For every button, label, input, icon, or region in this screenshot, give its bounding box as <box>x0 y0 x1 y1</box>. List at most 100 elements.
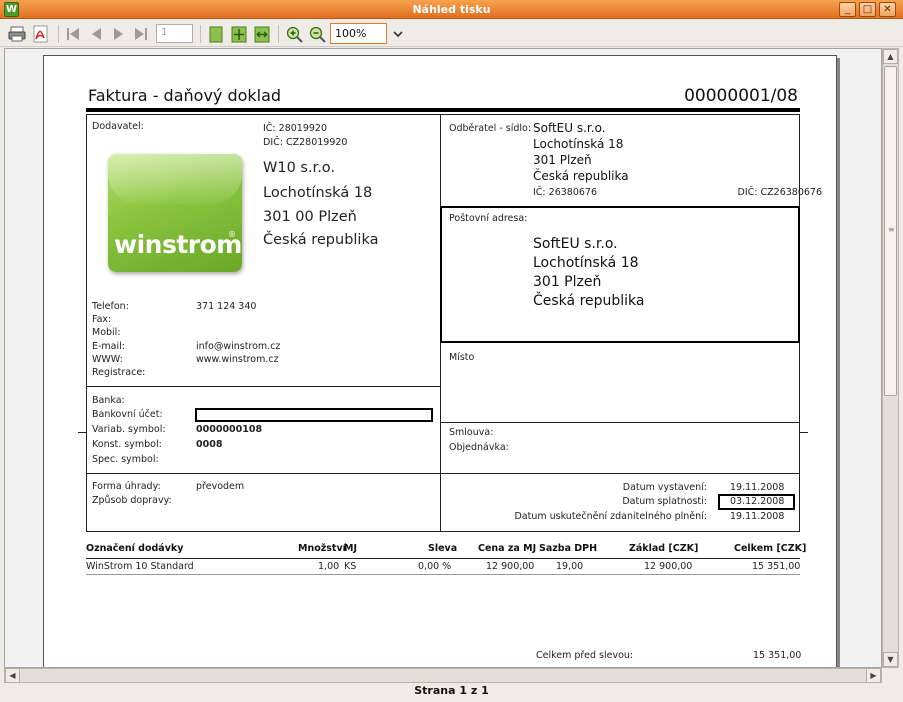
bank-account-label: Bankovní účet: <box>92 409 163 420</box>
print-icon[interactable] <box>6 24 28 44</box>
due-date-value: 03.12.2008 <box>730 496 785 507</box>
supplier-city: 301 00 Plzeň <box>263 209 357 225</box>
table-row-unit: KS <box>344 561 357 572</box>
delivery-method-label: Způsob dopravy: <box>92 495 172 506</box>
pdf-export-icon[interactable] <box>30 24 52 44</box>
zoom-input[interactable]: 100% <box>330 23 387 44</box>
table-row-base: 12 900,00 <box>644 561 693 572</box>
customer-country: Česká republika <box>533 169 629 183</box>
chevron-down-icon[interactable] <box>389 24 407 44</box>
variable-symbol-value: 0000000108 <box>196 424 263 435</box>
winstrom-logo: winstrom ® <box>108 154 242 272</box>
postal-street: Lochotínská 18 <box>533 255 639 271</box>
www-label: WWW: <box>92 354 123 365</box>
customer-dic: DIČ: CZ26380676 <box>737 187 822 198</box>
minimize-button[interactable]: _ <box>839 2 856 17</box>
scroll-down-icon[interactable]: ▼ <box>883 652 898 667</box>
toolbar: 1 100% <box>0 20 903 47</box>
registration-label: Registrace: <box>92 367 146 378</box>
due-date-label: Datum splatnosti: <box>622 496 707 507</box>
supplier-street: Lochotínská 18 <box>263 185 373 201</box>
vertical-scroll-thumb[interactable]: ≡ <box>884 66 897 396</box>
header-rule <box>86 108 800 112</box>
window-title: Náhled tisku <box>412 3 491 16</box>
total-before-discount-value: 15 351,00 <box>753 650 802 661</box>
fax-label: Fax: <box>92 314 112 325</box>
supplier-ic: IČ: 28019920 <box>263 123 328 134</box>
first-page-icon[interactable] <box>64 24 82 44</box>
zoom-out-icon[interactable] <box>307 24 327 44</box>
email-value: info@winstrom.cz <box>196 341 281 352</box>
bank-account-field <box>195 408 433 422</box>
vertical-scrollbar[interactable]: ▲ ≡ ▼ <box>882 48 899 668</box>
order-label: Objednávka: <box>449 442 509 453</box>
scroll-right-icon[interactable]: ▶ <box>866 668 881 683</box>
table-row-unit-price: 12 900,00 <box>486 561 535 572</box>
supplier-label: Dodavatel: <box>92 121 144 132</box>
postal-address-label: Poštovní adresa: <box>449 213 528 224</box>
maximize-button[interactable]: □ <box>859 2 876 17</box>
issue-date-value: 19.11.2008 <box>730 482 785 493</box>
email-label: E-mail: <box>92 341 125 352</box>
table-row-total: 15 351,00 <box>752 561 801 572</box>
zoom-in-icon[interactable] <box>284 24 304 44</box>
col-header-quantity: Množství <box>298 543 346 554</box>
scroll-up-icon[interactable]: ▲ <box>883 49 898 64</box>
table-row-discount: 0,00 % <box>418 561 452 572</box>
scroll-left-icon[interactable]: ◀ <box>5 668 20 683</box>
next-page-icon[interactable] <box>110 24 128 44</box>
phone-value: 371 124 340 <box>196 301 257 312</box>
postal-country: Česká republika <box>533 293 645 309</box>
col-header-item: Označení dodávky <box>86 543 184 554</box>
postal-address-box <box>440 206 800 343</box>
page-status: Strana 1 z 1 <box>414 684 489 697</box>
col-header-unit-price: Cena za MJ <box>478 543 537 554</box>
horizontal-scrollbar[interactable]: ◀ ▶ <box>4 668 882 683</box>
taxable-date-value: 19.11.2008 <box>730 511 785 522</box>
logo-registered-mark: ® <box>228 230 236 239</box>
fit-both-icon[interactable] <box>229 24 249 44</box>
postal-city: 301 Plzeň <box>533 274 602 290</box>
total-before-discount-label: Celkem před slevou: <box>536 650 634 661</box>
taxable-date-label: Datum uskutečnění zdanitelného plnění: <box>514 511 707 522</box>
constant-symbol-label: Konst. symbol: <box>92 439 162 450</box>
supplier-country: Česká republika <box>263 232 379 248</box>
fit-width-icon[interactable] <box>252 24 272 44</box>
specific-symbol-label: Spec. symbol: <box>92 454 159 465</box>
page-number-input[interactable]: 1 <box>156 24 193 43</box>
constant-symbol-value: 0008 <box>196 439 223 450</box>
col-header-discount: Sleva <box>428 543 458 554</box>
table-row-item: WinStrom 10 Standard <box>86 561 194 572</box>
logo-text: winstrom <box>114 230 242 259</box>
col-header-unit: MJ <box>344 543 357 554</box>
table-row-quantity: 1,00 <box>318 561 340 572</box>
customer-street: Lochotínská 18 <box>533 137 624 151</box>
bank-label: Banka: <box>92 395 125 406</box>
previous-page-icon[interactable] <box>87 24 105 44</box>
close-button[interactable]: ✕ <box>879 2 896 17</box>
www-value: www.winstrom.cz <box>196 354 279 365</box>
invoice-title: Faktura - daňový doklad <box>88 86 282 105</box>
col-header-total: Celkem [CZK] <box>734 543 807 554</box>
supplier-dic: DIČ: CZ28019920 <box>263 137 348 148</box>
mobile-label: Mobil: <box>92 327 121 338</box>
customer-name: SoftEU s.r.o. <box>533 121 606 135</box>
last-page-icon[interactable] <box>132 24 150 44</box>
payment-method-label: Forma úhrady: <box>92 481 161 492</box>
contract-label: Smlouva: <box>449 427 494 438</box>
col-header-vat-rate: Sazba DPH <box>539 543 598 554</box>
title-bar: W Náhled tisku _ □ ✕ <box>0 0 903 19</box>
customer-label: Odběratel - sídlo: <box>449 123 532 134</box>
supplier-name: W10 s.r.o. <box>263 160 336 176</box>
invoice-number: 00000001/08 <box>684 86 798 106</box>
preview-area: Faktura - daňový doklad 00000001/08 Doda… <box>4 48 882 668</box>
place-label: Místo <box>449 352 475 363</box>
payment-method-value: převodem <box>196 481 245 492</box>
fit-page-icon[interactable] <box>206 24 226 44</box>
postal-name: SoftEU s.r.o. <box>533 236 618 252</box>
variable-symbol-label: Variab. symbol: <box>92 424 166 435</box>
invoice-page: Faktura - daňový doklad 00000001/08 Doda… <box>43 55 837 667</box>
customer-ic: IČ: 26380676 <box>533 187 598 198</box>
customer-city: 301 Plzeň <box>533 153 592 167</box>
issue-date-label: Datum vystavení: <box>622 482 707 493</box>
